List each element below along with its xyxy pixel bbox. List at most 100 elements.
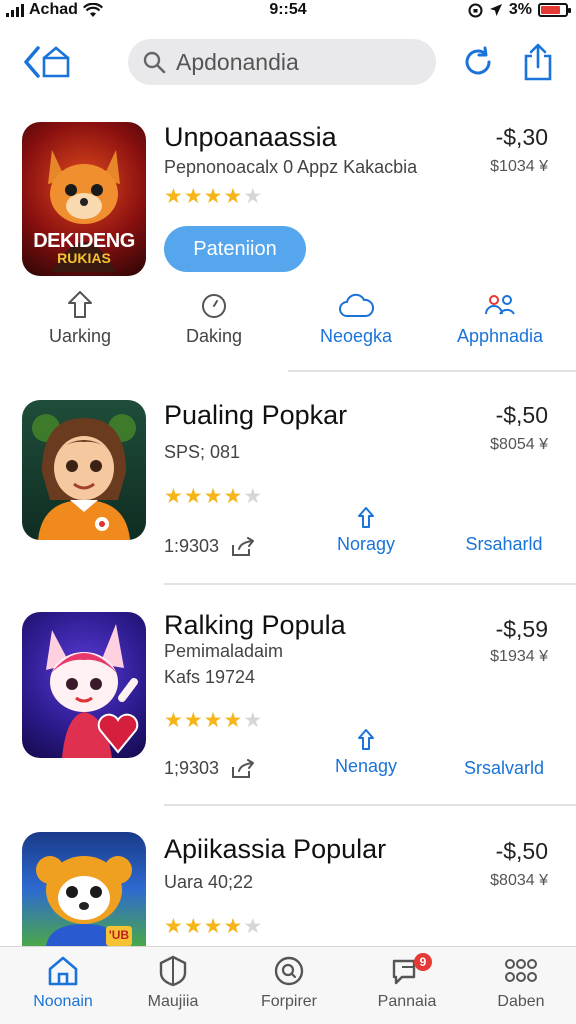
- link-label: Noragy: [336, 534, 396, 554]
- search-bar[interactable]: [128, 39, 436, 85]
- action-apphnadia[interactable]: Apphnadia: [448, 292, 552, 347]
- star-filled-icon: ★: [203, 709, 223, 732]
- star-filled-icon: ★: [183, 485, 203, 508]
- share-icon: [524, 43, 552, 81]
- app-price-sub: $1034 ¥: [490, 158, 548, 175]
- app-subtitle: Pemimaladaim: [164, 641, 284, 661]
- divider: [164, 804, 576, 806]
- app-price: -$,59: [495, 616, 548, 642]
- tab-maujiia[interactable]: Maujiia: [118, 955, 228, 1011]
- share-button[interactable]: [516, 42, 560, 82]
- app-title: Ralking Popula: [164, 610, 346, 640]
- tab-pannaia[interactable]: 9 Pannaia: [352, 953, 462, 1011]
- star-filled-icon: ★: [164, 185, 183, 208]
- status-bar: Achad 9::54 3%: [0, 0, 576, 22]
- star-filled-icon: ★: [183, 185, 203, 208]
- app-row[interactable]: Pualing Popkar SPS; 081 -$,50 $8054 ¥ ★ ★…: [0, 398, 576, 578]
- star-filled-icon: ★: [183, 915, 203, 938]
- divider: [288, 370, 576, 372]
- rating-stars: ★ ★ ★ ★ ★: [164, 186, 262, 207]
- share-arrow-icon[interactable]: [231, 758, 255, 779]
- app-subtitle: Uara 40;22: [164, 872, 254, 892]
- app-price: -$,50: [495, 402, 548, 428]
- search-circle-icon: [274, 956, 304, 986]
- get-button[interactable]: Pateniion: [164, 226, 306, 272]
- star-filled-icon: ★: [223, 915, 243, 938]
- star-filled-icon: ★: [203, 485, 223, 508]
- clock-icon: [202, 294, 226, 318]
- action-label: Apphnadia: [456, 326, 544, 346]
- rating-stars: ★ ★ ★ ★ ★: [164, 916, 262, 937]
- tab-home[interactable]: Noonain: [8, 955, 118, 1011]
- refresh-button[interactable]: [456, 42, 500, 82]
- star-filled-icon: ★: [164, 485, 183, 508]
- tab-label: Forpirer: [260, 993, 317, 1010]
- star-filled-icon: ★: [203, 185, 223, 208]
- search-icon: [143, 51, 166, 74]
- star-filled-icon: ★: [203, 915, 223, 938]
- divider: [164, 583, 576, 585]
- store-button[interactable]: [34, 42, 78, 82]
- tab-label: Maujiia: [147, 993, 199, 1010]
- star-filled-icon: ★: [164, 709, 183, 732]
- link-srsaharld[interactable]: Srsaharld: [454, 534, 554, 555]
- star-filled-icon: ★: [223, 709, 243, 732]
- download-stat: 1:9303: [164, 536, 255, 557]
- app-title: Pualing Popkar: [164, 400, 348, 430]
- notification-badge: 9: [414, 953, 432, 971]
- link-noragy[interactable]: Noragy: [330, 506, 402, 555]
- tab-bar: Noonain Maujiia Forpirer 9 Pannaia Daben: [0, 946, 576, 1024]
- battery-fill: [541, 6, 560, 14]
- app-title: Unpoanaassia: [164, 122, 337, 152]
- app-price-sub: $8034 ¥: [490, 872, 548, 889]
- rating-stars: ★ ★ ★ ★ ★: [164, 486, 262, 507]
- bag-icon: [42, 46, 70, 78]
- app-price-sub: $1934 ¥: [490, 648, 548, 665]
- location-icon: [489, 4, 502, 16]
- app-icon[interactable]: 'UB: [22, 832, 146, 946]
- app-icon[interactable]: [22, 612, 146, 758]
- action-label: Daking: [185, 326, 243, 346]
- grid-icon: [505, 959, 537, 982]
- people-icon: [485, 295, 515, 315]
- app-icon[interactable]: [22, 400, 146, 540]
- action-daking[interactable]: Daking: [178, 292, 250, 347]
- star-filled-icon: ★: [223, 485, 243, 508]
- cloud-icon: [339, 293, 374, 317]
- battery-icon: [538, 3, 571, 17]
- download-count: 1;9303: [164, 758, 220, 778]
- search-input[interactable]: [176, 48, 416, 76]
- app-price: -$,50: [495, 838, 548, 864]
- link-nenagy[interactable]: Nenagy: [330, 728, 402, 777]
- rating-stars: ★ ★ ★ ★ ★: [164, 710, 262, 731]
- home-icon: [48, 956, 78, 986]
- upload-arrow-icon: [358, 507, 374, 528]
- tab-daben[interactable]: Daben: [466, 955, 576, 1011]
- app-row[interactable]: DEKIDENG RUKIAS Unpoanaassia Pepnonoacal…: [0, 120, 576, 370]
- app-subtitle: SPS; 081: [164, 442, 241, 462]
- action-label: Neoegka: [319, 326, 393, 346]
- link-srsalvarld[interactable]: Srsalvarld: [454, 758, 554, 779]
- share-arrow-icon[interactable]: [231, 536, 255, 557]
- upload-arrow-icon: [358, 729, 374, 750]
- action-neoegka[interactable]: Neoegka: [312, 292, 400, 347]
- app-row[interactable]: Ralking Popula Pemimaladaim Kafs 19724 -…: [0, 610, 576, 800]
- nav-bar: [0, 36, 576, 90]
- star-filled-icon: ★: [183, 709, 203, 732]
- app-price-sub: $8054 ¥: [490, 436, 548, 453]
- tab-label: Daben: [497, 993, 545, 1010]
- tab-forpirer[interactable]: Forpirer: [234, 955, 344, 1011]
- action-uarking[interactable]: Uarking: [44, 290, 116, 347]
- app-subtitle: Pepnonoacalx 0 Appz Kakacbia: [164, 157, 418, 177]
- star-filled-icon: ★: [223, 185, 243, 208]
- tab-label: Noonain: [33, 993, 93, 1010]
- shield-icon: [159, 955, 187, 987]
- app-row[interactable]: 'UB Apiikassia Popular Uara 40;22 -$,50 …: [0, 830, 576, 946]
- icon-caption-2: RUKIAS: [57, 250, 111, 266]
- link-label: Srsalvarld: [463, 758, 545, 778]
- upload-arrow-icon: [68, 291, 92, 318]
- app-icon[interactable]: DEKIDENG RUKIAS: [22, 122, 146, 276]
- orientation-lock-icon: [468, 3, 483, 17]
- star-empty-icon: ★: [243, 709, 263, 732]
- girl-character-icon: [32, 414, 136, 540]
